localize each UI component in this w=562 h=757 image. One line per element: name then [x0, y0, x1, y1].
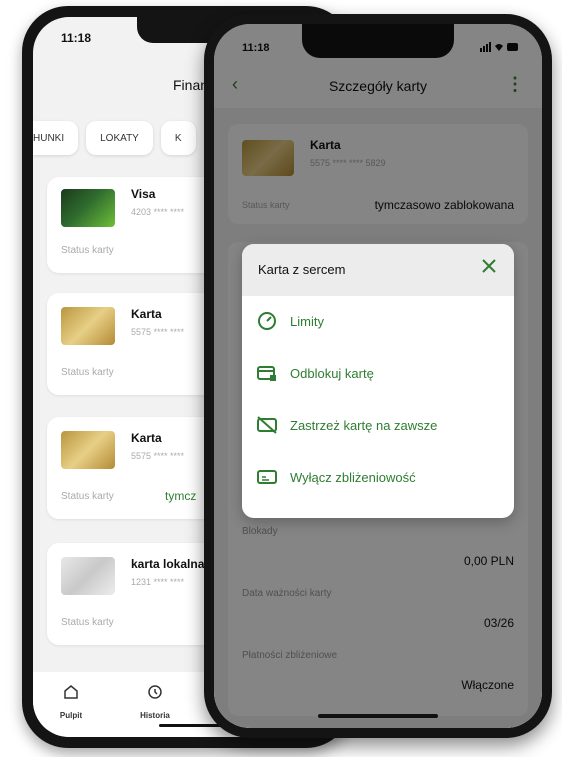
menu-item-label: Odblokuj kartę — [290, 366, 374, 381]
card-actions-modal: Karta z sercem Limity Odblokuj kartę Zas… — [242, 244, 514, 518]
status-label: Status karty — [61, 367, 114, 378]
gauge-icon — [256, 310, 278, 332]
status-label: Status karty — [61, 617, 114, 628]
nav-item-historia[interactable]: Historia — [125, 684, 185, 720]
contactless-card-icon — [256, 466, 278, 488]
card-block-icon — [256, 414, 278, 436]
status-value: tymcz — [165, 489, 197, 503]
tab-karty[interactable]: K — [160, 121, 196, 155]
nav-item-pulpit[interactable]: Pulpit — [41, 684, 101, 720]
page-title: Finan — [173, 77, 209, 93]
card-number: 4203 **** **** — [131, 207, 185, 217]
card-image — [61, 431, 115, 469]
status-label: Status karty — [61, 245, 114, 256]
menu-item-label: Wyłącz zbliżeniowość — [290, 470, 416, 485]
menu-item-zblizeniowosc[interactable]: Wyłącz zbliżeniowość — [242, 456, 514, 502]
menu-item-label: Limity — [290, 314, 324, 329]
tab-rachunki[interactable]: HUNKI — [33, 121, 79, 155]
card-number: 1231 **** **** — [131, 577, 185, 587]
card-image — [61, 557, 115, 595]
home-indicator — [318, 714, 438, 718]
product-tabs: HUNKI LOKATY K — [33, 121, 196, 155]
menu-item-odblokuj[interactable]: Odblokuj kartę — [242, 352, 514, 398]
front-phone-screen: 11:18 ‹ Szczegóły karty ⋮ Karta 5575 ***… — [214, 24, 542, 728]
card-number: 5575 **** **** — [131, 327, 185, 337]
menu-item-label: Zastrzeż kartę na zawsze — [290, 418, 438, 433]
card-number: 5575 **** **** — [131, 451, 185, 461]
status-label: Status karty — [61, 491, 114, 502]
card-name: Karta — [131, 307, 162, 321]
card-name: Visa — [131, 187, 156, 201]
card-image — [61, 189, 115, 227]
front-phone: 11:18 ‹ Szczegóły karty ⋮ Karta 5575 ***… — [204, 14, 552, 738]
modal-title: Karta z sercem — [258, 262, 346, 277]
nav-label: Historia — [140, 711, 170, 720]
nav-label: Pulpit — [59, 711, 83, 720]
home-icon — [41, 684, 101, 705]
card-image — [61, 307, 115, 345]
history-icon — [125, 684, 185, 705]
menu-item-limity[interactable]: Limity — [242, 300, 514, 346]
card-name: karta lokalna — [131, 557, 205, 571]
tab-lokaty[interactable]: LOKATY — [86, 121, 153, 155]
modal-header: Karta z sercem — [242, 244, 514, 296]
status-time: 11:18 — [61, 31, 92, 45]
card-name: Karta — [131, 431, 162, 445]
menu-item-zastrzez[interactable]: Zastrzeż kartę na zawsze — [242, 404, 514, 450]
card-unlock-icon — [256, 362, 278, 384]
close-icon[interactable] — [480, 257, 498, 281]
